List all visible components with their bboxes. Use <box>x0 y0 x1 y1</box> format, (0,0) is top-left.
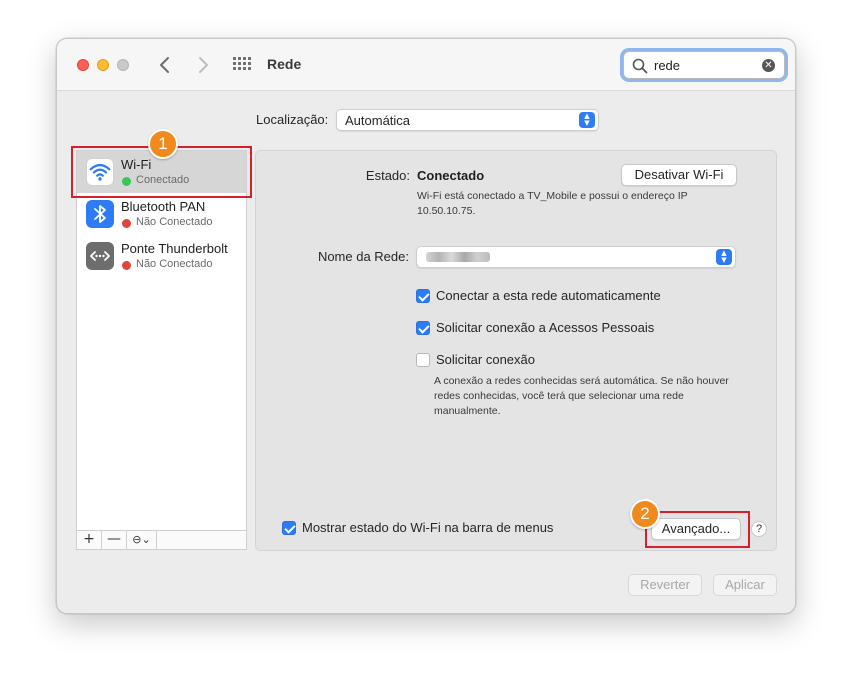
clear-search-icon[interactable]: ✕ <box>762 59 775 72</box>
status-value: Conectado <box>417 168 485 183</box>
apply-button[interactable]: Aplicar <box>713 574 777 596</box>
select-chevron-icon: ▲ ▼ <box>716 249 732 265</box>
network-name-label: Nome da Rede: <box>317 249 409 264</box>
help-button[interactable]: ? <box>751 521 767 537</box>
thunderbolt-bridge-icon <box>86 242 114 270</box>
service-actions-menu-button[interactable]: ⊖⌄ <box>127 531 157 549</box>
ask-hotspot-checkbox[interactable] <box>416 321 430 335</box>
back-arrow-icon[interactable] <box>155 53 175 77</box>
network-name-select[interactable]: ▲ ▼ <box>416 246 736 268</box>
auto-join-checkbox[interactable] <box>416 289 430 303</box>
select-chevron-icon: ▲ ▼ <box>579 112 595 128</box>
highlight-advanced-button <box>645 511 750 548</box>
step-badge-1: 1 <box>148 129 178 159</box>
system-preferences-window: Rede rede ✕ Localização: Automática ▲▼ <box>56 38 796 614</box>
minimize-window-button[interactable] <box>97 59 109 71</box>
status-description-line: Wi-Fi está conectado a TV_Mobile e possu… <box>417 190 688 202</box>
service-name: Ponte Thunderbolt <box>121 241 228 256</box>
service-status: Não Conectado <box>136 258 213 270</box>
ask-join-description-line: A conexão a redes conhecidas será automá… <box>434 375 729 387</box>
search-icon <box>632 58 648 74</box>
service-item-bluetooth-pan[interactable]: Bluetooth PAN Não Conectado <box>77 193 246 235</box>
status-description: Wi-Fi está conectado a TV_Mobile e possu… <box>417 189 688 219</box>
turn-off-wifi-button[interactable]: Desativar Wi-Fi <box>621 164 737 186</box>
show-wifi-status-checkbox[interactable] <box>282 521 296 535</box>
search-field[interactable]: rede ✕ <box>623 51 785 79</box>
ask-hotspot-label: Solicitar conexão a Acessos Pessoais <box>436 320 655 335</box>
location-label: Localização: <box>256 112 329 127</box>
location-value: Automática <box>345 113 411 128</box>
location-select[interactable]: Automática ▲ ▼ <box>336 109 599 131</box>
remove-service-button[interactable]: — <box>102 531 127 549</box>
close-window-button[interactable] <box>77 59 89 71</box>
status-label: Estado: <box>365 168 410 183</box>
ask-join-description: A conexão a redes conhecidas será automá… <box>434 374 729 419</box>
search-input[interactable]: rede <box>654 58 680 73</box>
service-name: Bluetooth PAN <box>121 199 206 214</box>
service-status: Não Conectado <box>136 216 213 228</box>
ask-join-label: Solicitar conexão <box>436 352 535 367</box>
show-wifi-status-label: Mostrar estado do Wi-Fi na barra de menu… <box>302 520 554 535</box>
zoom-window-button[interactable] <box>117 59 129 71</box>
step-badge-2: 2 <box>630 499 660 529</box>
status-dot-red <box>122 219 131 228</box>
auto-join-label: Conectar a esta rede automaticamente <box>436 288 661 303</box>
show-all-grid-icon[interactable] <box>233 57 251 71</box>
bluetooth-icon <box>86 200 114 228</box>
ask-join-description-line: manualmente. <box>434 405 501 417</box>
ask-join-description-line: redes conhecidas, você terá que selecion… <box>434 390 684 402</box>
window-title: Rede <box>267 56 302 72</box>
title-bar: Rede rede ✕ <box>57 39 795 91</box>
add-service-button[interactable]: + <box>77 531 102 549</box>
status-description-line: 10.50.10.75. <box>417 205 476 217</box>
redacted-network-name <box>426 252 490 262</box>
services-list: Wi-Fi Conectado Bluetooth PAN Não Conect… <box>76 150 247 536</box>
services-list-toolbar: + — ⊖⌄ <box>76 530 247 550</box>
service-item-thunderbolt-bridge[interactable]: Ponte Thunderbolt Não Conectado <box>77 235 246 277</box>
revert-button[interactable]: Reverter <box>628 574 702 596</box>
status-dot-red <box>122 261 131 270</box>
ask-join-checkbox[interactable] <box>416 353 430 367</box>
forward-arrow-icon[interactable] <box>193 53 213 77</box>
